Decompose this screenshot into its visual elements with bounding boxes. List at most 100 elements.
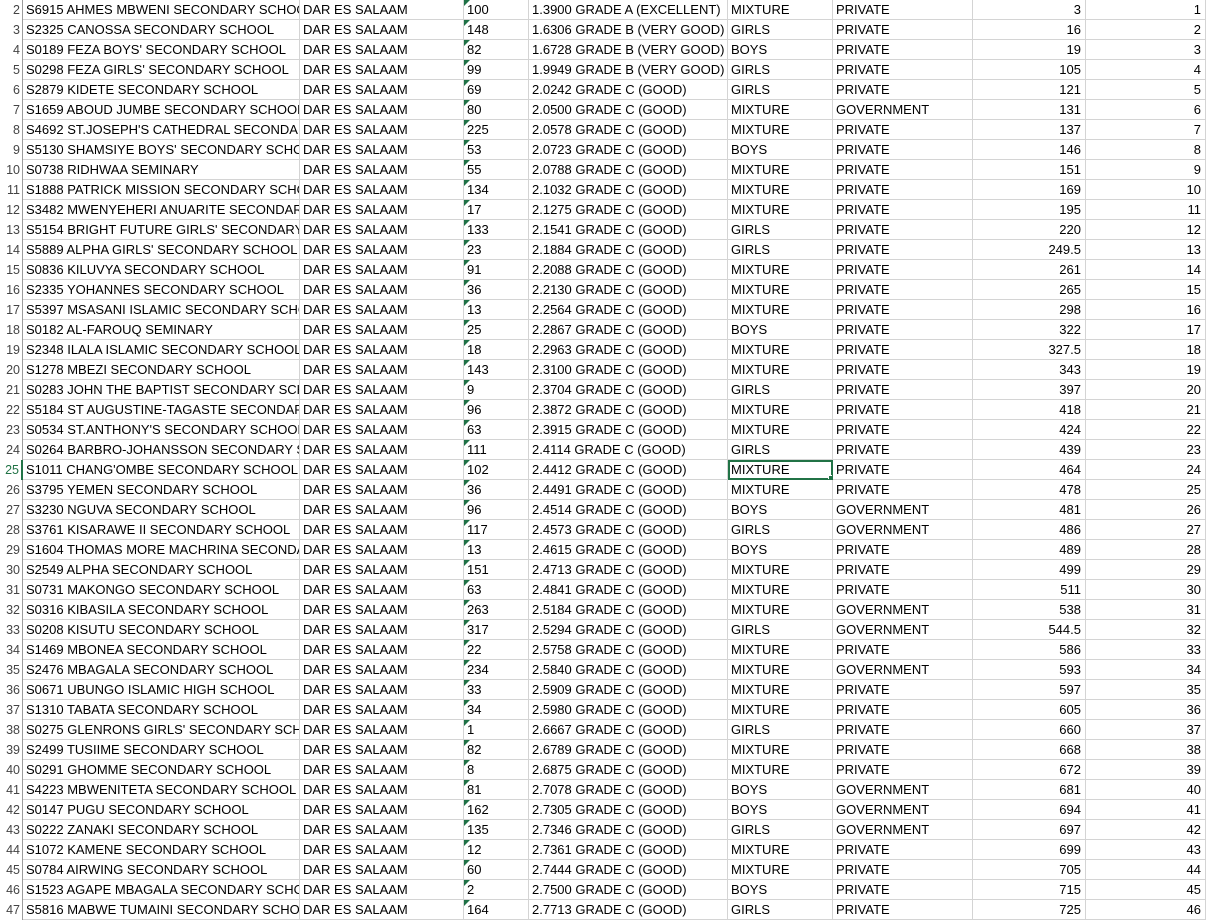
candidates-cell[interactable]: 82	[464, 740, 529, 760]
position-cell[interactable]: 42	[1086, 820, 1206, 840]
error-indicator-icon[interactable]	[464, 180, 470, 186]
position-cell[interactable]: 38	[1086, 740, 1206, 760]
position-cell[interactable]: 4	[1086, 60, 1206, 80]
row-header[interactable]: 16	[0, 280, 23, 300]
region-cell[interactable]: DAR ES SALAAM	[300, 0, 464, 20]
candidates-cell[interactable]: 99	[464, 60, 529, 80]
school-cell[interactable]: S3761 KISARAWE II SECONDARY SCHOOL	[23, 520, 300, 540]
gpa-cell[interactable]: 2.6875 GRADE C (GOOD)	[529, 760, 728, 780]
rank-cell[interactable]: 397	[973, 380, 1086, 400]
candidates-cell[interactable]: 111	[464, 440, 529, 460]
region-cell[interactable]: DAR ES SALAAM	[300, 860, 464, 880]
gender-cell[interactable]: BOYS	[728, 140, 833, 160]
region-cell[interactable]: DAR ES SALAAM	[300, 820, 464, 840]
region-cell[interactable]: DAR ES SALAAM	[300, 700, 464, 720]
position-cell[interactable]: 30	[1086, 580, 1206, 600]
ownership-cell[interactable]: PRIVATE	[833, 400, 973, 420]
ownership-cell[interactable]: PRIVATE	[833, 320, 973, 340]
error-indicator-icon[interactable]	[464, 420, 470, 426]
school-cell[interactable]: S1310 TABATA SECONDARY SCHOOL	[23, 700, 300, 720]
error-indicator-icon[interactable]	[464, 340, 470, 346]
region-cell[interactable]: DAR ES SALAAM	[300, 580, 464, 600]
error-indicator-icon[interactable]	[464, 660, 470, 666]
position-cell[interactable]: 11	[1086, 200, 1206, 220]
rank-cell[interactable]: 499	[973, 560, 1086, 580]
gender-cell[interactable]: GIRLS	[728, 240, 833, 260]
row-header[interactable]: 4	[0, 40, 23, 60]
position-cell[interactable]: 24	[1086, 460, 1206, 480]
row-header[interactable]: 46	[0, 880, 23, 900]
position-cell[interactable]: 28	[1086, 540, 1206, 560]
error-indicator-icon[interactable]	[464, 840, 470, 846]
gpa-cell[interactable]: 2.3100 GRADE C (GOOD)	[529, 360, 728, 380]
gender-cell[interactable]: MIXTURE	[728, 340, 833, 360]
candidates-cell[interactable]: 102	[464, 460, 529, 480]
gpa-cell[interactable]: 2.3704 GRADE C (GOOD)	[529, 380, 728, 400]
row-header[interactable]: 45	[0, 860, 23, 880]
gender-cell[interactable]: MIXTURE	[728, 680, 833, 700]
gpa-cell[interactable]: 2.4514 GRADE C (GOOD)	[529, 500, 728, 520]
region-cell[interactable]: DAR ES SALAAM	[300, 440, 464, 460]
candidates-cell[interactable]: 151	[464, 560, 529, 580]
rank-cell[interactable]: 489	[973, 540, 1086, 560]
ownership-cell[interactable]: PRIVATE	[833, 40, 973, 60]
region-cell[interactable]: DAR ES SALAAM	[300, 840, 464, 860]
school-cell[interactable]: S0189 FEZA BOYS' SECONDARY SCHOOL	[23, 40, 300, 60]
row-header[interactable]: 34	[0, 640, 23, 660]
ownership-cell[interactable]: GOVERNMENT	[833, 780, 973, 800]
gender-cell[interactable]: MIXTURE	[728, 760, 833, 780]
school-cell[interactable]: S2325 CANOSSA SECONDARY SCHOOL	[23, 20, 300, 40]
gpa-cell[interactable]: 2.5758 GRADE C (GOOD)	[529, 640, 728, 660]
candidates-cell[interactable]: 133	[464, 220, 529, 240]
ownership-cell[interactable]: PRIVATE	[833, 200, 973, 220]
region-cell[interactable]: DAR ES SALAAM	[300, 680, 464, 700]
ownership-cell[interactable]: PRIVATE	[833, 240, 973, 260]
gender-cell[interactable]: MIXTURE	[728, 280, 833, 300]
position-cell[interactable]: 45	[1086, 880, 1206, 900]
region-cell[interactable]: DAR ES SALAAM	[300, 720, 464, 740]
gpa-cell[interactable]: 2.7713 GRADE C (GOOD)	[529, 900, 728, 920]
ownership-cell[interactable]: PRIVATE	[833, 20, 973, 40]
row-header[interactable]: 14	[0, 240, 23, 260]
region-cell[interactable]: DAR ES SALAAM	[300, 240, 464, 260]
candidates-cell[interactable]: 55	[464, 160, 529, 180]
error-indicator-icon[interactable]	[464, 860, 470, 866]
position-cell[interactable]: 15	[1086, 280, 1206, 300]
row-header[interactable]: 22	[0, 400, 23, 420]
error-indicator-icon[interactable]	[464, 0, 470, 6]
gender-cell[interactable]: GIRLS	[728, 520, 833, 540]
gender-cell[interactable]: MIXTURE	[728, 560, 833, 580]
school-cell[interactable]: S0147 PUGU SECONDARY SCHOOL	[23, 800, 300, 820]
row-header[interactable]: 44	[0, 840, 23, 860]
region-cell[interactable]: DAR ES SALAAM	[300, 880, 464, 900]
ownership-cell[interactable]: PRIVATE	[833, 740, 973, 760]
rank-cell[interactable]: 261	[973, 260, 1086, 280]
error-indicator-icon[interactable]	[464, 740, 470, 746]
ownership-cell[interactable]: GOVERNMENT	[833, 520, 973, 540]
rank-cell[interactable]: 586	[973, 640, 1086, 660]
region-cell[interactable]: DAR ES SALAAM	[300, 520, 464, 540]
candidates-cell[interactable]: 13	[464, 300, 529, 320]
position-cell[interactable]: 2	[1086, 20, 1206, 40]
gender-cell[interactable]: GIRLS	[728, 720, 833, 740]
row-header[interactable]: 30	[0, 560, 23, 580]
gender-cell[interactable]: GIRLS	[728, 80, 833, 100]
candidates-cell[interactable]: 36	[464, 280, 529, 300]
row-header[interactable]: 7	[0, 100, 23, 120]
gpa-cell[interactable]: 2.4491 GRADE C (GOOD)	[529, 480, 728, 500]
error-indicator-icon[interactable]	[464, 60, 470, 66]
ownership-cell[interactable]: PRIVATE	[833, 460, 973, 480]
gender-cell[interactable]: MIXTURE	[728, 0, 833, 20]
region-cell[interactable]: DAR ES SALAAM	[300, 140, 464, 160]
gender-cell[interactable]: MIXTURE	[728, 100, 833, 120]
gpa-cell[interactable]: 2.5840 GRADE C (GOOD)	[529, 660, 728, 680]
position-cell[interactable]: 13	[1086, 240, 1206, 260]
gpa-cell[interactable]: 2.2088 GRADE C (GOOD)	[529, 260, 728, 280]
gpa-cell[interactable]: 2.4713 GRADE C (GOOD)	[529, 560, 728, 580]
rank-cell[interactable]: 169	[973, 180, 1086, 200]
ownership-cell[interactable]: PRIVATE	[833, 900, 973, 920]
candidates-cell[interactable]: 63	[464, 420, 529, 440]
rank-cell[interactable]: 544.5	[973, 620, 1086, 640]
rank-cell[interactable]: 538	[973, 600, 1086, 620]
region-cell[interactable]: DAR ES SALAAM	[300, 60, 464, 80]
